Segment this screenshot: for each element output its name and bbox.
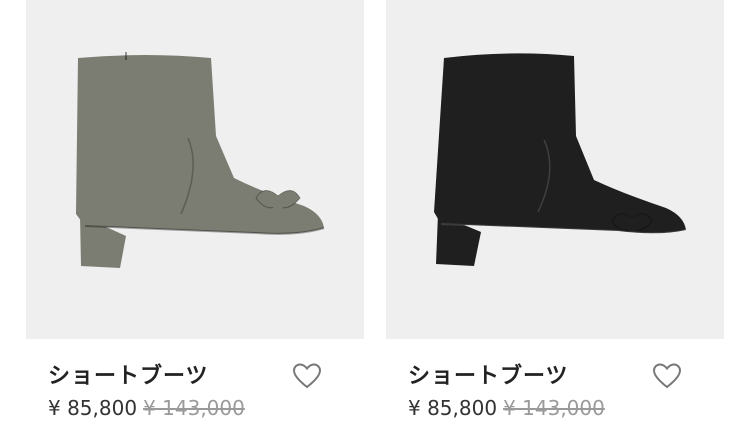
- heart-outline-icon: [292, 363, 322, 389]
- product-name[interactable]: ショートブーツ: [48, 358, 209, 390]
- product-name[interactable]: ショートブーツ: [408, 358, 569, 390]
- price-row: ¥ 85,800 ¥ 143,000: [48, 396, 245, 420]
- boot-image: [434, 53, 687, 266]
- product-image[interactable]: [26, 0, 364, 339]
- original-price: ¥ 143,000: [503, 396, 605, 420]
- product-card[interactable]: ショートブーツ ¥ 85,800 ¥ 143,000: [386, 0, 724, 435]
- product-image[interactable]: [386, 0, 724, 339]
- favorite-button[interactable]: [292, 362, 322, 390]
- product-grid: ショートブーツ ¥ 85,800 ¥ 143,000 ショートブーツ ¥ 85,…: [0, 0, 750, 435]
- sale-price: ¥ 85,800: [48, 396, 138, 420]
- price-row: ¥ 85,800 ¥ 143,000: [408, 396, 605, 420]
- heart-outline-icon: [652, 363, 682, 389]
- sale-price: ¥ 85,800: [408, 396, 498, 420]
- product-card[interactable]: ショートブーツ ¥ 85,800 ¥ 143,000: [26, 0, 364, 435]
- favorite-button[interactable]: [652, 362, 682, 390]
- boot-image: [76, 52, 325, 268]
- original-price: ¥ 143,000: [143, 396, 245, 420]
